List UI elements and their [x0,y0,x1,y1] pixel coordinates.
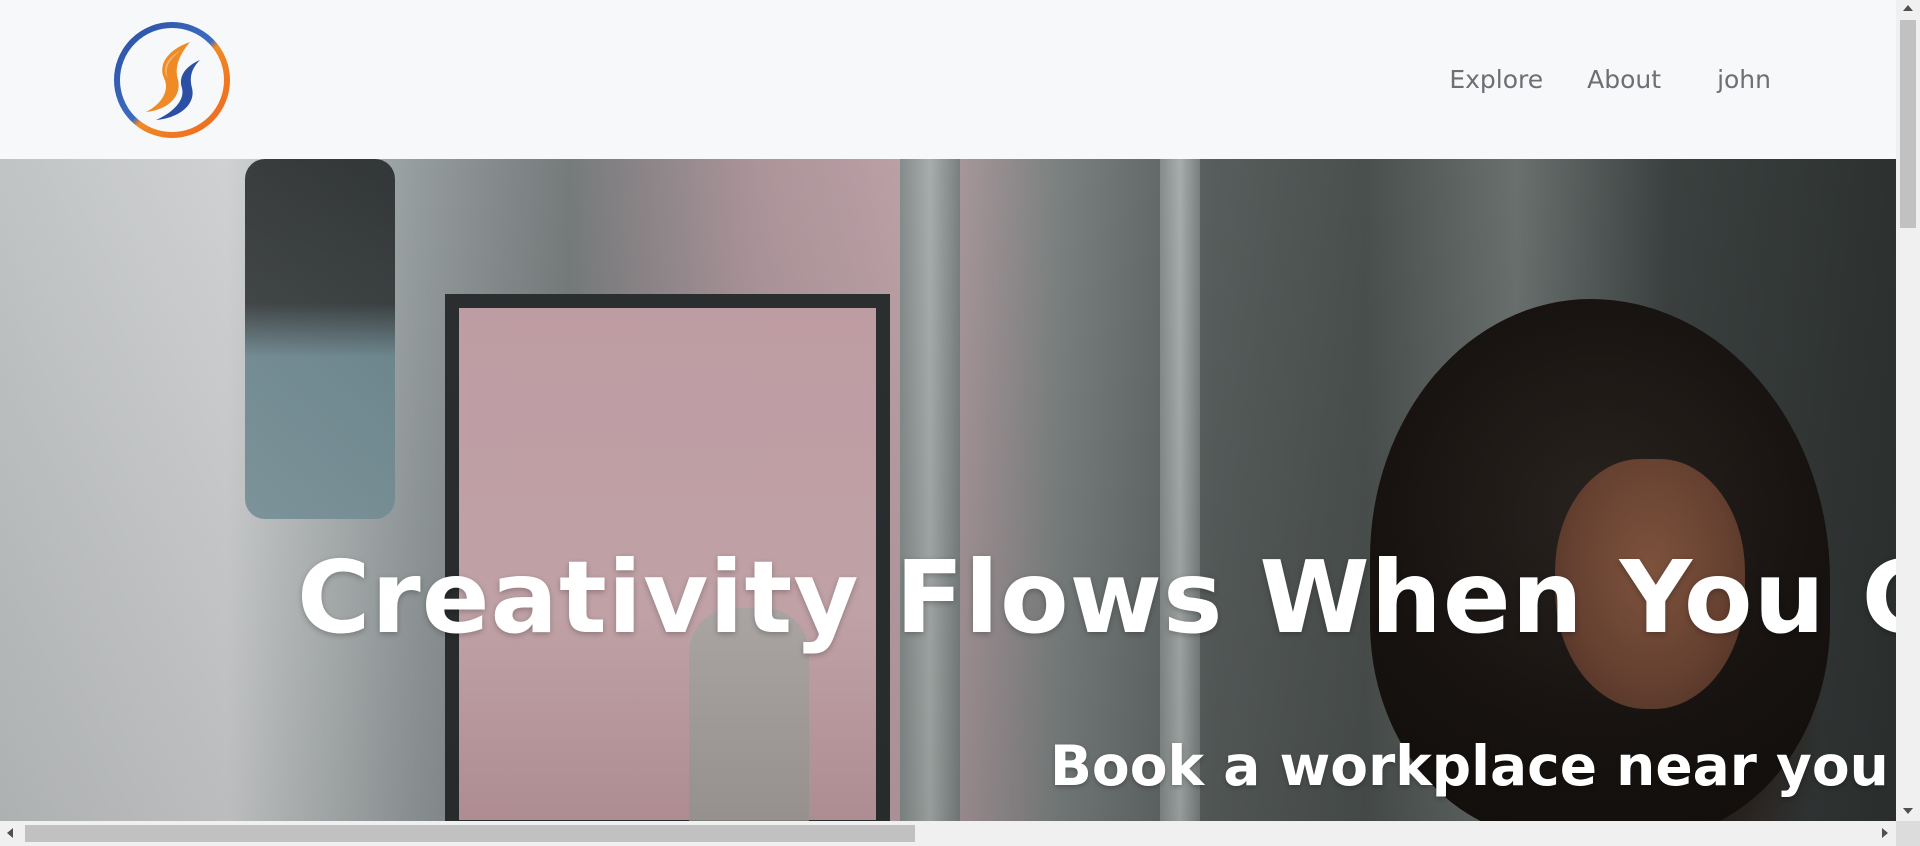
logo-icon [114,22,230,138]
vertical-scrollbar-thumb[interactable] [1900,20,1916,228]
hero-banner: Creativity Flows When You Cha Book a wor… [0,159,1896,821]
nav-link-about[interactable]: About [1587,62,1661,98]
brand-logo[interactable] [112,20,232,140]
vertical-scrollbar[interactable] [1896,0,1920,821]
scroll-left-arrow-icon[interactable] [7,828,13,838]
scroll-up-arrow-icon[interactable] [1903,5,1913,11]
scroll-down-arrow-icon[interactable] [1903,808,1913,814]
horizontal-scrollbar[interactable] [0,821,1896,846]
hero-headline: Creativity Flows When You Cha [297,539,1896,656]
scrollbar-corner [1896,821,1920,846]
hero-overlay [0,159,1896,821]
navbar: Explore About john [0,0,1896,159]
nav-link-explore[interactable]: Explore [1449,62,1543,98]
browser-viewport: Explore About john Creativity Flows When… [0,0,1896,821]
hero-subheadline: Book a workplace near you [1050,734,1889,798]
nav-link-user-profile[interactable]: john [1717,62,1771,98]
horizontal-scrollbar-thumb[interactable] [25,825,915,842]
nav-links: Explore About john [1405,62,1771,98]
scroll-right-arrow-icon[interactable] [1882,828,1888,838]
